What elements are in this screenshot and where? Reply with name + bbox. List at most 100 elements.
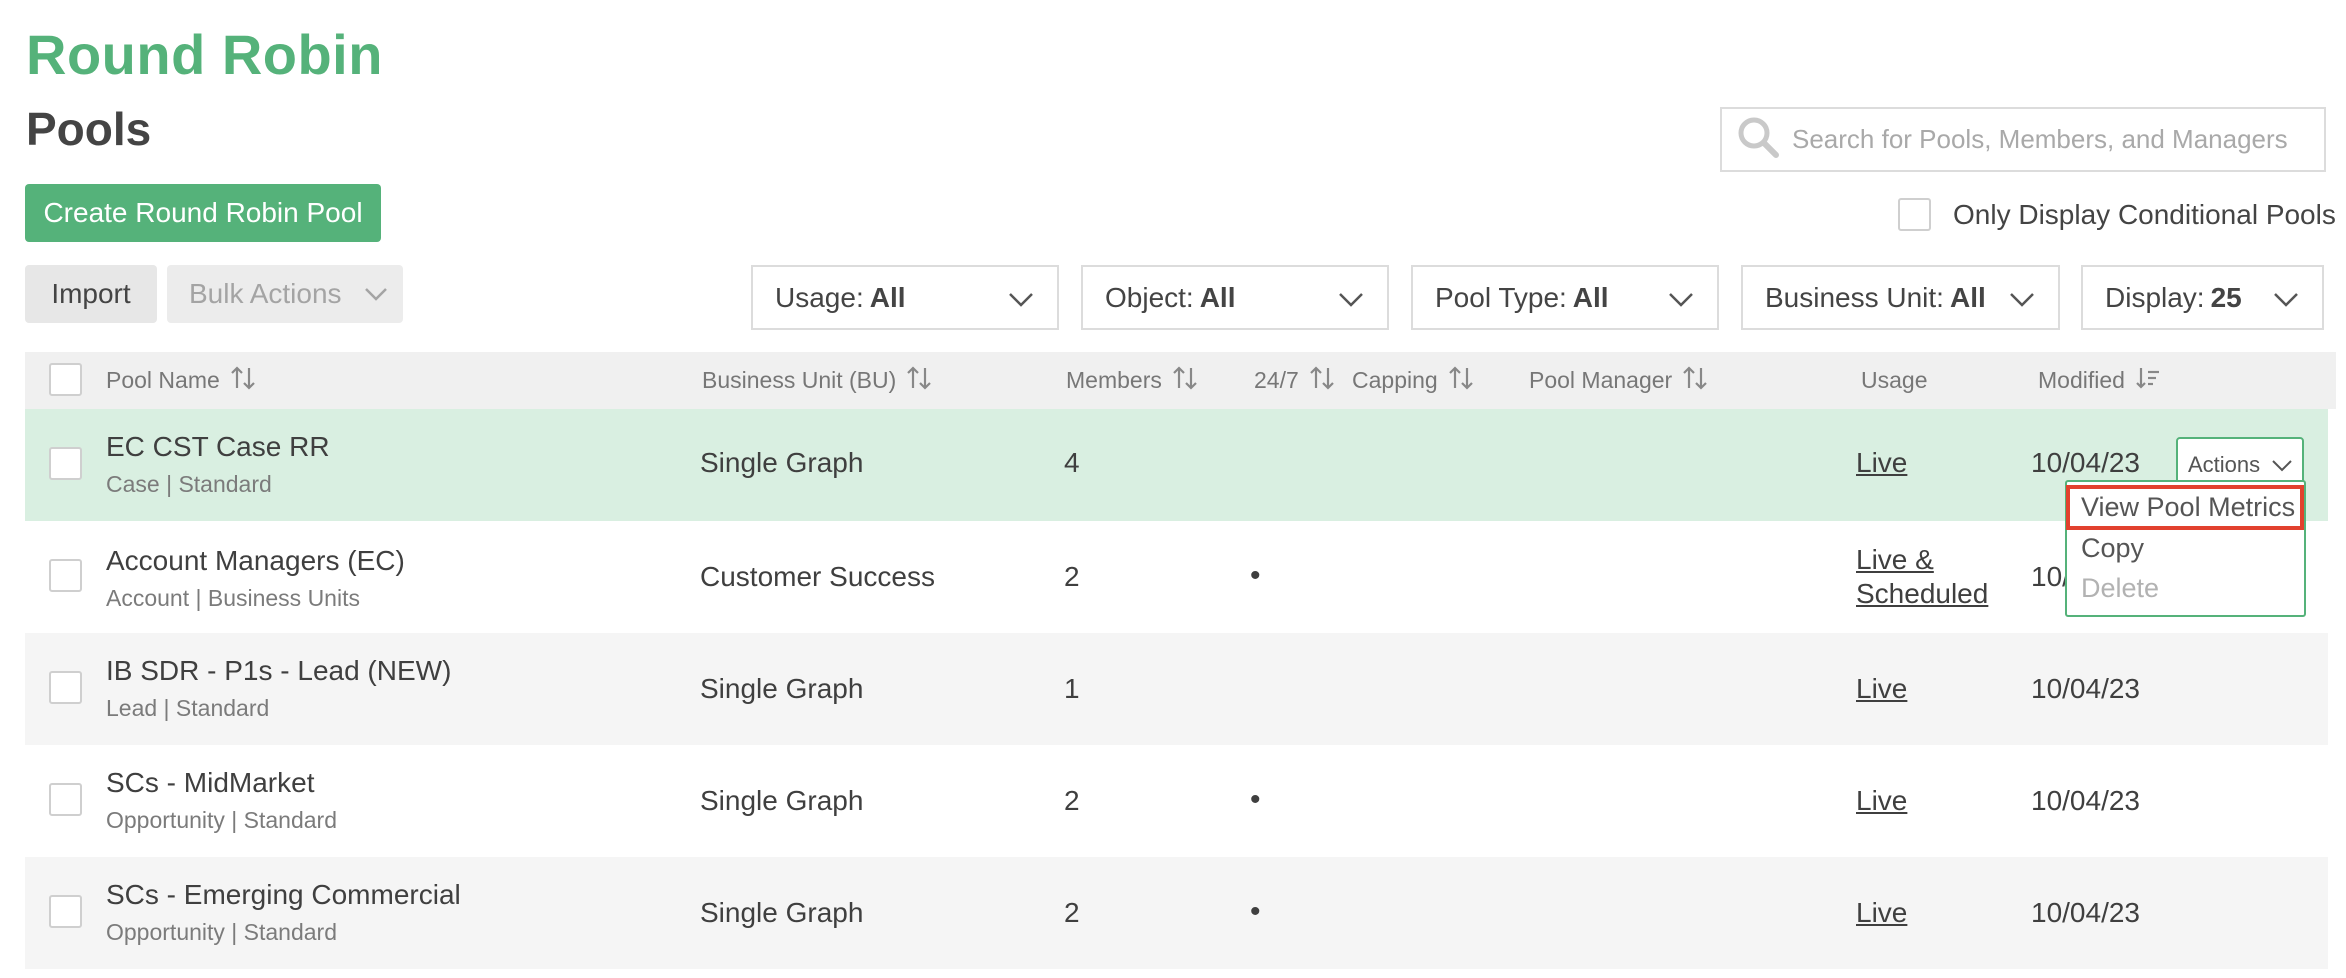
select-all-checkbox[interactable] [49, 363, 82, 396]
pool-type-filter-value: All [1572, 281, 1609, 313]
usage-filter-label: Usage: [775, 281, 864, 313]
modified-date: 10/04/23 [2031, 785, 2140, 816]
object-filter-value: All [1199, 281, 1236, 313]
header-always-on[interactable]: 24/7 [1254, 352, 1335, 409]
header-pool-manager[interactable]: Pool Manager [1529, 352, 1708, 409]
table-header: Pool Name Business Unit (BU) Members 24/… [25, 352, 2336, 409]
members-count: 2 [1064, 561, 1080, 592]
page-title: Pools [26, 103, 152, 155]
sort-icon[interactable] [1682, 365, 1708, 397]
delete-menu-item: Delete [2081, 573, 2160, 603]
header-modified-label: Modified [2038, 367, 2125, 393]
pool-name[interactable]: EC CST Case RR [106, 431, 330, 463]
row-checkbox[interactable] [49, 671, 82, 704]
sort-desc-icon[interactable] [2135, 365, 2161, 397]
header-usage: Usage [1861, 352, 1927, 409]
pool-type-filter-label: Pool Type: [1435, 281, 1567, 313]
pool-name[interactable]: SCs - Emerging Commercial [106, 879, 461, 911]
usage-link[interactable]: Live [1856, 673, 1907, 704]
header-always-on-label: 24/7 [1254, 367, 1299, 393]
table-row[interactable]: EC CST Case RR Case | Standard Single Gr… [25, 409, 2328, 521]
search-input[interactable] [1792, 124, 2312, 155]
always-on-indicator: • [1250, 559, 1261, 592]
bulk-actions-label: Bulk Actions [189, 278, 342, 309]
members-count: 4 [1064, 447, 1080, 478]
object-filter[interactable]: Object: All [1081, 265, 1389, 330]
modified-date: 10/04/23 [2031, 897, 2140, 928]
members-count: 2 [1064, 897, 1080, 928]
header-usage-label: Usage [1861, 367, 1928, 393]
chevron-down-icon [1007, 285, 1035, 320]
always-on-indicator: • [1250, 783, 1261, 816]
pool-type-filter[interactable]: Pool Type: All [1411, 265, 1719, 330]
import-button[interactable]: Import [25, 265, 157, 323]
header-capping-label: Capping [1352, 367, 1438, 393]
create-pool-button[interactable]: Create Round Robin Pool [25, 184, 381, 242]
table-row[interactable]: IB SDR - P1s - Lead (NEW) Lead | Standar… [25, 633, 2328, 745]
business-unit: Single Graph [700, 785, 864, 816]
display-count-value: 25 [2210, 281, 2242, 313]
modified-date: 10/04/23 [2031, 673, 2140, 704]
sort-icon[interactable] [906, 365, 932, 397]
usage-link[interactable]: Live & [1856, 543, 1988, 577]
usage-link[interactable]: Live [1856, 447, 1907, 478]
header-capping[interactable]: Capping [1352, 352, 1474, 409]
usage-filter[interactable]: Usage: All [751, 265, 1059, 330]
usage-link-line2[interactable]: Scheduled [1856, 577, 1988, 611]
table-row[interactable]: SCs - MidMarket Opportunity | Standard S… [25, 745, 2328, 857]
business-unit-filter-label: Business Unit: [1765, 281, 1944, 313]
table-row[interactable]: Account Managers (EC) Account | Business… [25, 521, 2328, 633]
pool-type: Account | Business Units [106, 585, 360, 611]
usage-filter-value: All [869, 281, 906, 313]
header-modified[interactable]: Modified [2038, 352, 2161, 409]
sort-icon[interactable] [1172, 365, 1198, 397]
copy-menu-item[interactable]: Copy [2081, 533, 2144, 564]
usage-link[interactable]: Live [1856, 785, 1907, 816]
conditional-pools-checkbox[interactable] [1898, 198, 1931, 231]
search-icon [1736, 115, 1780, 164]
view-pool-metrics-menu-item[interactable]: View Pool Metrics [2066, 485, 2304, 530]
table-row[interactable]: SCs - Emerging Commercial Opportunity | … [25, 857, 2328, 969]
conditional-pools-label: Only Display Conditional Pools [1953, 198, 2336, 230]
row-checkbox[interactable] [49, 783, 82, 816]
row-checkbox[interactable] [49, 559, 82, 592]
pool-name[interactable]: IB SDR - P1s - Lead (NEW) [106, 655, 451, 687]
always-on-indicator: • [1250, 895, 1261, 928]
bulk-actions-button[interactable]: Bulk Actions [167, 265, 403, 323]
sort-icon[interactable] [230, 365, 256, 397]
business-unit: Single Graph [700, 673, 864, 704]
header-business-unit[interactable]: Business Unit (BU) [702, 352, 932, 409]
chevron-down-icon [2270, 453, 2294, 483]
pool-name[interactable]: SCs - MidMarket [106, 767, 337, 799]
chevron-down-icon [363, 281, 389, 314]
header-pool-manager-label: Pool Manager [1529, 367, 1673, 393]
sort-icon[interactable] [1448, 365, 1474, 397]
display-count-filter[interactable]: Display: 25 [2081, 265, 2324, 330]
display-count-label: Display: [2105, 281, 2205, 313]
object-filter-label: Object: [1105, 281, 1194, 313]
pool-name[interactable]: Account Managers (EC) [106, 545, 405, 577]
business-unit-filter[interactable]: Business Unit: All [1741, 265, 2060, 330]
pool-type: Lead | Standard [106, 695, 270, 721]
modified-date: 10/04/23 [2031, 447, 2140, 478]
chevron-down-icon [2272, 285, 2300, 320]
header-members-label: Members [1066, 367, 1162, 393]
chevron-down-icon [1337, 285, 1365, 320]
usage-link[interactable]: Live [1856, 897, 1907, 928]
members-count: 1 [1064, 673, 1080, 704]
header-members[interactable]: Members [1066, 352, 1198, 409]
pool-type: Opportunity | Standard [106, 807, 337, 833]
sort-icon[interactable] [1309, 365, 1335, 397]
header-pool-name[interactable]: Pool Name [106, 352, 256, 409]
search-box[interactable] [1720, 107, 2326, 172]
row-checkbox[interactable] [49, 447, 82, 480]
actions-label: Actions [2188, 451, 2261, 477]
business-unit: Single Graph [700, 447, 864, 478]
business-unit: Customer Success [700, 561, 935, 592]
actions-menu: View Pool Metrics Copy Delete [2065, 480, 2306, 617]
row-checkbox[interactable] [49, 895, 82, 928]
pool-type: Opportunity | Standard [106, 919, 337, 945]
business-unit-filter-value: All [1949, 281, 1986, 313]
conditional-pools-filter[interactable]: Only Display Conditional Pools [1898, 198, 2336, 231]
chevron-down-icon [1667, 285, 1695, 320]
